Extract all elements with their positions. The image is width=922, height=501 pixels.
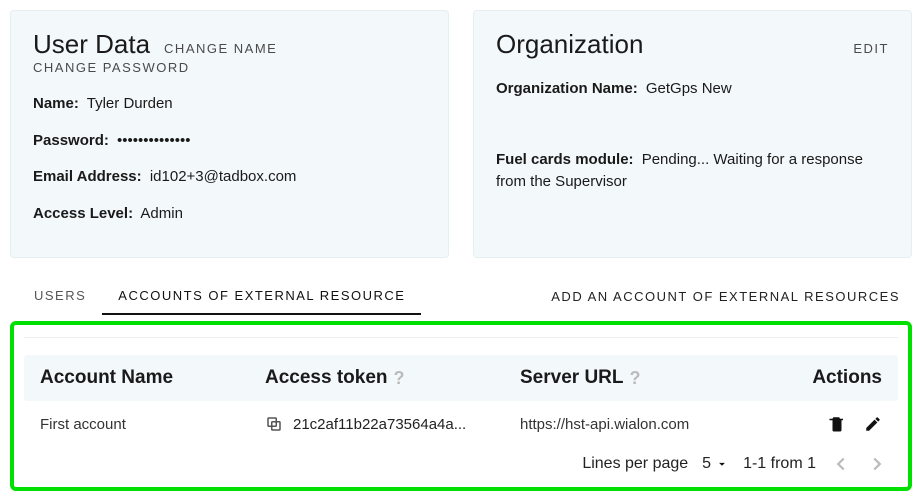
name-label: Name:	[33, 95, 79, 112]
org-name-label: Organization Name:	[496, 80, 638, 97]
add-external-account-button[interactable]: ADD AN ACCOUNT OF EXTERNAL RESOURCES	[547, 279, 904, 314]
fuel-cards-label: Fuel cards module:	[496, 151, 634, 168]
cell-account-name: First account	[40, 416, 265, 433]
tab-users[interactable]: USERS	[18, 278, 102, 315]
organization-card: Organization EDIT Organization Name: Get…	[473, 10, 912, 258]
table-row: First account 21c2af11b22a73564a4a... ht…	[24, 401, 898, 447]
edit-icon[interactable]	[864, 415, 882, 433]
header-account-name: Account Name	[40, 367, 265, 389]
help-icon[interactable]: ?	[630, 368, 641, 389]
email-label: Email Address:	[33, 168, 142, 185]
change-name-link[interactable]: CHANGE NAME	[164, 41, 277, 56]
tabs: USERS ACCOUNTS OF EXTERNAL RESOURCE ADD …	[10, 278, 912, 315]
password-label: Password:	[33, 132, 109, 149]
edit-organization-link[interactable]: EDIT	[853, 41, 889, 56]
name-value: Tyler Durden	[87, 95, 173, 112]
copy-icon[interactable]	[265, 415, 283, 433]
access-level-value: Admin	[140, 205, 183, 222]
access-level-label: Access Level:	[33, 205, 133, 222]
lines-per-page-label: Lines per page	[582, 455, 688, 473]
header-server-url: Server URL	[520, 367, 624, 389]
email-value: id102+3@tadbox.com	[150, 168, 297, 185]
dropdown-icon	[715, 457, 729, 471]
prev-page-button[interactable]	[830, 453, 852, 475]
header-access-token: Access token	[265, 367, 388, 389]
table-header: Account Name Access token ? Server URL ?…	[24, 355, 898, 401]
delete-icon[interactable]	[828, 415, 846, 433]
next-page-button[interactable]	[866, 453, 888, 475]
page-range: 1-1 from 1	[743, 455, 816, 473]
user-data-card: User Data CHANGE NAME CHANGE PASSWORD Na…	[10, 10, 449, 258]
header-actions: Actions	[782, 367, 882, 389]
pagination: Lines per page 5 1-1 from 1	[24, 447, 898, 477]
cell-access-token: 21c2af11b22a73564a4a...	[293, 416, 466, 433]
organization-title: Organization	[496, 29, 643, 60]
password-value: ••••••••••••••	[117, 132, 191, 149]
accounts-table-area: Account Name Access token ? Server URL ?…	[10, 321, 912, 491]
cell-server-url: https://hst-api.wialon.com	[520, 416, 782, 433]
tab-accounts-external[interactable]: ACCOUNTS OF EXTERNAL RESOURCE	[102, 278, 421, 315]
change-password-link[interactable]: CHANGE PASSWORD	[33, 60, 190, 75]
help-icon[interactable]: ?	[394, 368, 405, 389]
user-data-title: User Data	[33, 29, 150, 60]
org-name-value: GetGps New	[646, 80, 732, 97]
page-size-select[interactable]: 5	[702, 455, 729, 473]
